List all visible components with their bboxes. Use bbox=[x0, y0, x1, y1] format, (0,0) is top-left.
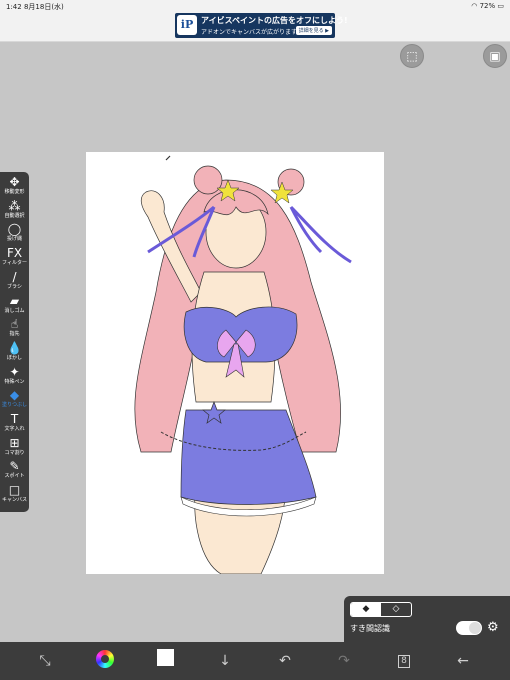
tool-smudge[interactable]: ☝ 指先 bbox=[0, 318, 29, 340]
status-right: ◠ 72% ▭ bbox=[471, 2, 504, 10]
tool-eraser[interactable]: ▰ 消しゴム bbox=[0, 293, 29, 317]
status-bar: 1:42 8月18日(水) ◠ 72% ▭ bbox=[0, 0, 510, 12]
eraser-icon: ▰ bbox=[9, 293, 20, 308]
ad-banner[interactable]: iP アイビスペイントの広告をオフにしよう! アドオンでキャンバスが広がります。… bbox=[175, 13, 348, 38]
hair-bun-left bbox=[193, 165, 223, 195]
gear-icon[interactable]: ⚙ bbox=[487, 620, 499, 635]
artwork bbox=[134, 155, 352, 575]
magic-wand-icon: ⁂ bbox=[8, 198, 21, 213]
tool-brush[interactable]: / ブラシ bbox=[0, 269, 29, 293]
gap-recognition-label: すき間認識 bbox=[350, 624, 390, 633]
tool-label: 特殊ペン bbox=[4, 378, 25, 385]
tool-label: 移動変形 bbox=[4, 189, 25, 195]
tool-label: 指先 bbox=[9, 331, 20, 338]
fill-tool-panel: ◆ ◇ すき間認識 ⚙ bbox=[344, 596, 510, 642]
tool-palette: ✥ 移動変形 ⁂ 自動選択 ◯ 投げ縄 FX フィルター / ブラシ ▰ 消しゴム ☝ 指先 💧 ぼかし ✦ 特殊… bbox=[0, 172, 29, 512]
tool-special-pen[interactable]: ✦ 特殊ペン bbox=[0, 364, 29, 388]
ad-bar: iP アイビスペイントの広告をオフにしよう! アドオンでキャンバスが広がります。… bbox=[0, 12, 510, 42]
frame-divider-icon: ⊞ bbox=[9, 435, 20, 450]
selection-icon[interactable]: ⬚ bbox=[400, 44, 424, 68]
fill-mode-button[interactable]: ◆ bbox=[351, 603, 381, 616]
tool-label: 投げ縄 bbox=[6, 236, 22, 243]
tool-label: 消しゴム bbox=[4, 307, 25, 314]
text-icon: T bbox=[10, 412, 19, 426]
ad-details-button[interactable]: 詳細を見る ▶ bbox=[295, 26, 332, 35]
canvas-icon: □ bbox=[8, 483, 21, 498]
download-icon[interactable]: ↓ bbox=[214, 650, 236, 672]
erase-fill-mode-button[interactable]: ◇ bbox=[381, 603, 411, 616]
tool-label: ぼかし bbox=[6, 354, 22, 361]
tool-label: 塗りつぶし bbox=[1, 402, 28, 409]
tool-frame-divider[interactable]: ⊞ コマ割り bbox=[0, 435, 29, 459]
stray-mark bbox=[165, 155, 171, 161]
smudge-icon: ☝ bbox=[10, 317, 19, 332]
tool-label: 文字入れ bbox=[4, 426, 25, 432]
eyedropper-icon: ✎ bbox=[9, 459, 20, 474]
brush-icon: / bbox=[12, 269, 17, 284]
battery-icon: ▭ bbox=[497, 2, 504, 10]
layers-icon[interactable]: 8 bbox=[393, 650, 415, 672]
tool-label: フィルター bbox=[2, 260, 27, 267]
tool-label: ブラシ bbox=[7, 283, 22, 290]
fill-mode-segment: ◆ ◇ bbox=[350, 602, 412, 617]
undo-icon[interactable]: ↶ bbox=[274, 650, 296, 672]
tool-magic-wand[interactable]: ⁂ 自動選択 bbox=[0, 198, 29, 222]
color-swatch-icon[interactable] bbox=[157, 649, 174, 666]
tool-label: キャンバス bbox=[1, 497, 27, 504]
tool-canvas[interactable]: □ キャンバス bbox=[0, 484, 29, 506]
wifi-icon: ◠ bbox=[471, 2, 478, 10]
tool-fill[interactable]: ◆ 塗りつぶし bbox=[0, 389, 29, 411]
status-time: 1:42 bbox=[6, 3, 22, 11]
blur-icon: 💧 bbox=[7, 340, 22, 355]
back-icon[interactable]: ← bbox=[452, 650, 474, 672]
filter-icon: FX bbox=[6, 246, 23, 261]
bottom-bar bbox=[0, 642, 510, 680]
tool-label: 自動選択 bbox=[4, 212, 25, 219]
move-transform-icon: ✥ bbox=[9, 175, 20, 189]
status-time-date: 1:42 8月18日(水) bbox=[6, 2, 64, 12]
tool-blur[interactable]: 💧 ぼかし bbox=[0, 340, 29, 364]
fill-icon: ◆ bbox=[9, 388, 20, 403]
image-icon[interactable]: ▣ bbox=[483, 44, 507, 68]
ad-title: アイビスペイントの広告をオフにしよう! bbox=[201, 16, 348, 25]
toggle-knob bbox=[469, 622, 481, 634]
transform-icon[interactable]: ⤡ bbox=[34, 650, 56, 672]
drawing-canvas[interactable] bbox=[86, 152, 384, 575]
tool-label: コマ割り bbox=[4, 449, 25, 456]
tool-move-transform[interactable]: ✥ 移動変形 bbox=[0, 176, 29, 198]
gap-recognition-toggle[interactable] bbox=[456, 621, 482, 635]
lasso-icon: ◯ bbox=[7, 222, 22, 237]
color-wheel-icon[interactable] bbox=[96, 650, 114, 668]
tool-eyedropper[interactable]: ✎ スポイト bbox=[0, 460, 29, 482]
layers-count: 8 bbox=[398, 655, 410, 668]
tool-lasso[interactable]: ◯ 投げ縄 bbox=[0, 223, 29, 245]
ad-subtitle: アドオンでキャンバスが広がります。 bbox=[201, 29, 303, 36]
tool-label: スポイト bbox=[4, 473, 25, 480]
status-date: 8月18日(水) bbox=[23, 3, 64, 11]
tool-filter[interactable]: FX フィルター bbox=[0, 247, 29, 269]
battery-percent: 72% bbox=[479, 2, 496, 10]
ibis-paint-logo: iP bbox=[177, 15, 197, 35]
tool-text[interactable]: T 文字入れ bbox=[0, 413, 29, 435]
redo-icon[interactable]: ↷ bbox=[333, 650, 355, 672]
special-pen-icon: ✦ bbox=[9, 364, 20, 379]
bikini-top bbox=[183, 306, 298, 363]
